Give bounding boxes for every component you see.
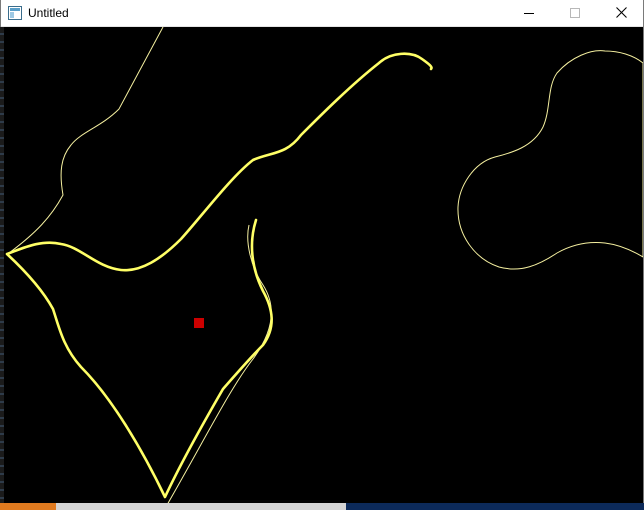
minimize-icon <box>524 5 534 23</box>
close-icon <box>615 5 627 23</box>
maximize-icon <box>570 5 580 23</box>
background-gray-block <box>56 503 346 510</box>
background-orange-block <box>0 503 56 510</box>
app-window: Untitled <box>0 0 644 510</box>
minimize-button[interactable] <box>506 0 552 27</box>
yellow-main-curve <box>5 52 433 499</box>
background-taskbar-strip <box>0 503 644 510</box>
title-bar[interactable]: Untitled <box>1 0 643 27</box>
background-window-edge <box>0 27 4 510</box>
thin-diagonal-curve <box>8 27 164 254</box>
app-window-icon <box>8 6 22 20</box>
canvas-drawing <box>5 27 643 506</box>
close-button[interactable] <box>598 0 644 27</box>
red-marker <box>194 318 204 328</box>
maximize-button[interactable] <box>552 0 598 27</box>
drawing-canvas[interactable] <box>1 27 643 510</box>
window-title: Untitled <box>28 6 69 20</box>
thin-blob-shape <box>457 50 643 270</box>
